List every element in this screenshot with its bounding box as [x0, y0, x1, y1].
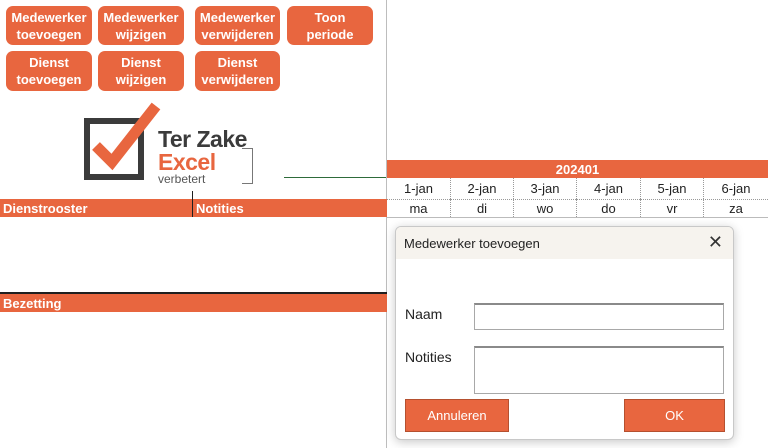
medewerker-toevoegen-dialog: Medewerker toevoegen ✕ Naam Notities Ann…	[395, 226, 734, 440]
ter-zake-excel-logo: Ter Zake Excel verbetert	[82, 100, 258, 186]
day-cell: ma	[387, 199, 451, 217]
naam-label: Naam	[405, 306, 443, 322]
logo-bracket	[242, 148, 253, 184]
band-separator	[192, 191, 193, 217]
notities-label: Notities	[196, 201, 244, 216]
dienst-toevoegen-button[interactable]: Dienst toevoegen	[6, 51, 92, 91]
dienst-wijzigen-button[interactable]: Dienst wijzigen	[98, 51, 184, 91]
connector-line	[284, 177, 388, 178]
naam-input[interactable]	[474, 303, 724, 330]
date-cell: 1-jan	[387, 178, 451, 199]
date-row: 1-jan 2-jan 3-jan 4-jan 5-jan 6-jan	[387, 178, 768, 200]
dialog-title: Medewerker toevoegen	[404, 236, 540, 251]
dienstrooster-label: Dienstrooster	[3, 201, 88, 216]
dialog-title-bar: Medewerker toevoegen ✕	[396, 227, 733, 259]
toon-periode-button[interactable]: Toon periode	[287, 6, 373, 45]
day-row: ma di wo do vr za	[387, 199, 768, 218]
day-cell: vr	[641, 199, 704, 217]
checkmark-logo-icon	[84, 102, 161, 180]
day-cell: wo	[514, 199, 577, 217]
date-cell: 3-jan	[514, 178, 577, 199]
bezetting-header: Bezetting	[0, 292, 387, 312]
notities-textarea[interactable]	[474, 346, 724, 394]
column-divider	[386, 0, 387, 448]
medewerker-toevoegen-button[interactable]: Medewerker toevoegen	[6, 6, 92, 45]
close-icon[interactable]: ✕	[708, 232, 723, 253]
dienstrooster-header: Dienstrooster Notities	[0, 191, 387, 217]
bezetting-label: Bezetting	[3, 296, 62, 311]
medewerker-wijzigen-button[interactable]: Medewerker wijzigen	[98, 6, 184, 45]
annuleren-button[interactable]: Annuleren	[405, 399, 509, 432]
period-label: 202401	[555, 162, 600, 177]
day-cell: za	[729, 201, 743, 216]
date-cell: 6-jan	[721, 181, 751, 196]
logo-text-verbetert: verbetert	[158, 172, 206, 186]
day-cell: do	[577, 199, 641, 217]
date-cell: 5-jan	[641, 178, 704, 199]
day-cell: di	[451, 199, 514, 217]
notities-label: Notities	[405, 349, 452, 365]
dienst-verwijderen-button[interactable]: Dienst verwijderen	[195, 51, 280, 91]
period-header: 202401	[387, 160, 768, 178]
ok-button[interactable]: OK	[624, 399, 725, 432]
date-cell: 4-jan	[577, 178, 641, 199]
medewerker-verwijderen-button[interactable]: Medewerker verwijderen	[195, 6, 280, 45]
date-cell: 2-jan	[451, 178, 514, 199]
